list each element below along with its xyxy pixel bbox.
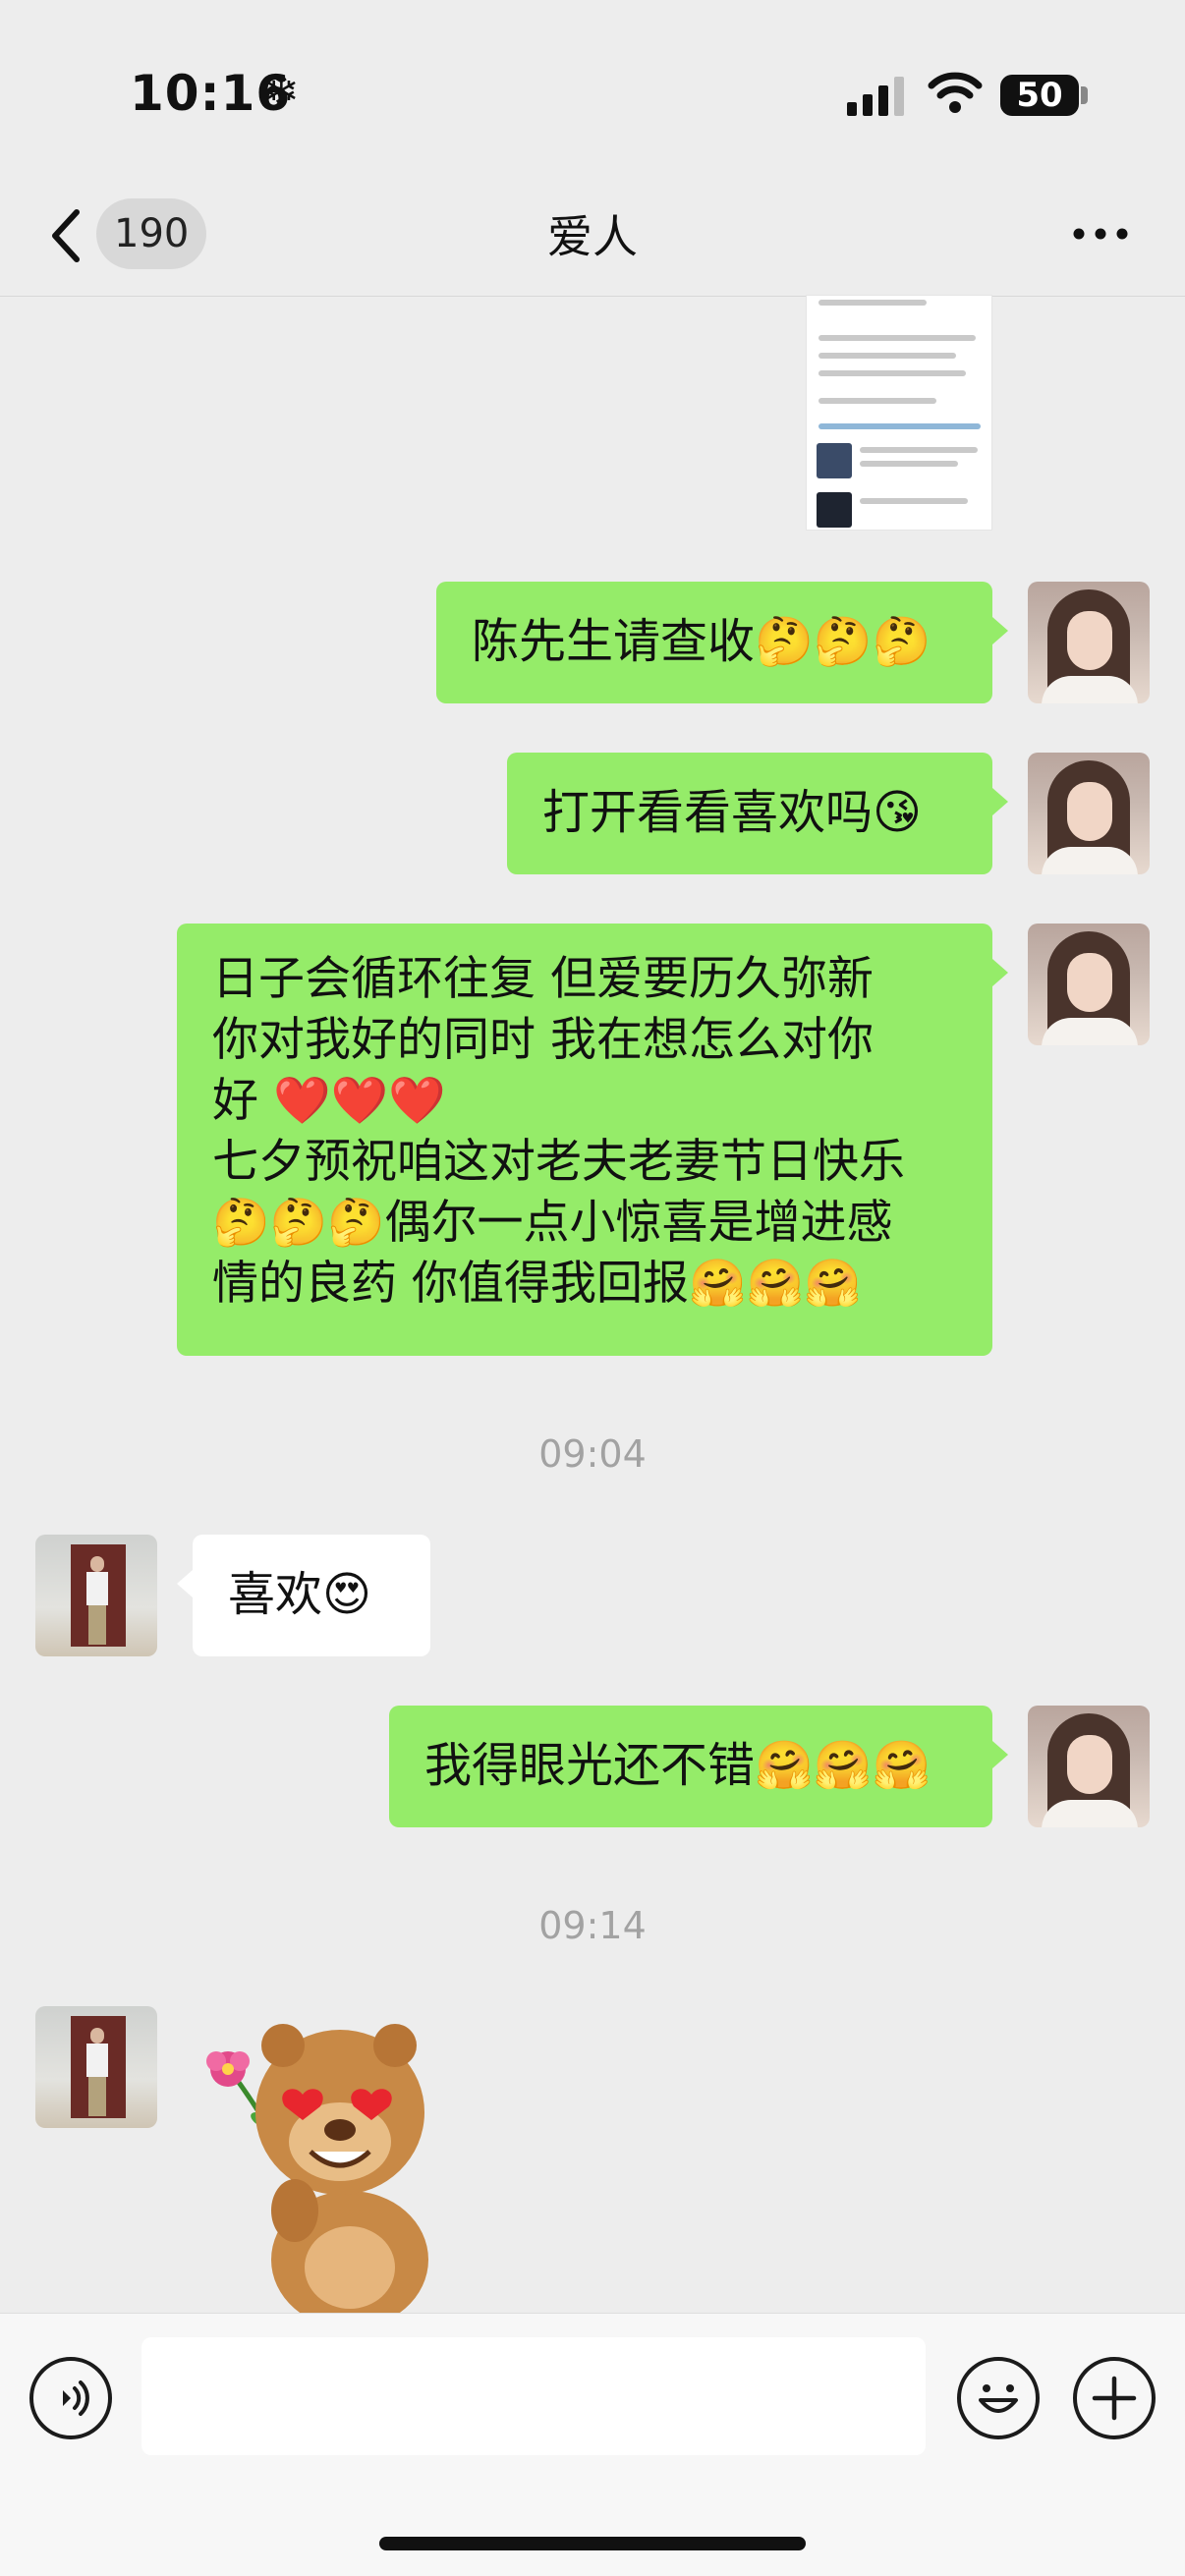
timestamp: 09:04 — [538, 1432, 647, 1476]
battery-nub — [1081, 86, 1088, 104]
voice-icon[interactable] — [29, 2357, 112, 2439]
chat-header: 190 爱人 — [0, 187, 1185, 297]
chat-title: 爱人 — [547, 210, 638, 263]
home-indicator[interactable] — [379, 2537, 806, 2550]
wifi-icon — [928, 72, 983, 113]
message-bubble-sent[interactable]: 陈先生请查收🤔🤔🤔 — [436, 582, 1008, 703]
avatar[interactable] — [1028, 753, 1150, 874]
message-input[interactable] — [141, 2337, 926, 2455]
avatar[interactable] — [35, 2006, 157, 2128]
avatar[interactable] — [1028, 1706, 1150, 1827]
ellipsis-icon[interactable] — [1071, 224, 1130, 244]
status-bar: 10:16 ❄ 50 — [0, 0, 1185, 187]
avatar[interactable] — [1028, 582, 1150, 703]
avatar[interactable] — [35, 1535, 157, 1656]
snowflake-icon: ❄ — [263, 67, 300, 117]
emoji-icon[interactable] — [957, 2357, 1040, 2439]
message-bubble-sent[interactable]: 我得眼光还不错🤗🤗🤗 — [389, 1706, 1008, 1827]
signal-icon — [847, 77, 904, 116]
message-bubble-sent[interactable]: 打开看看喜欢吗😘 — [507, 753, 1008, 874]
message-bubble-sent[interactable]: 日子会循环往复 但爱要历久弥新 你对我好的同时 我在想怎么对你 好 ❤️❤️❤️… — [177, 924, 1008, 1356]
plus-icon[interactable] — [1073, 2357, 1156, 2439]
avatar[interactable] — [1028, 924, 1150, 1045]
timestamp: 09:14 — [538, 1904, 647, 1947]
message-bubble-received[interactable]: 喜欢😍 — [177, 1535, 430, 1656]
shared-image-message[interactable] — [806, 295, 992, 531]
battery-level: 50 — [1016, 76, 1063, 115]
bear-with-flower-sticker[interactable] — [193, 2004, 487, 2321]
